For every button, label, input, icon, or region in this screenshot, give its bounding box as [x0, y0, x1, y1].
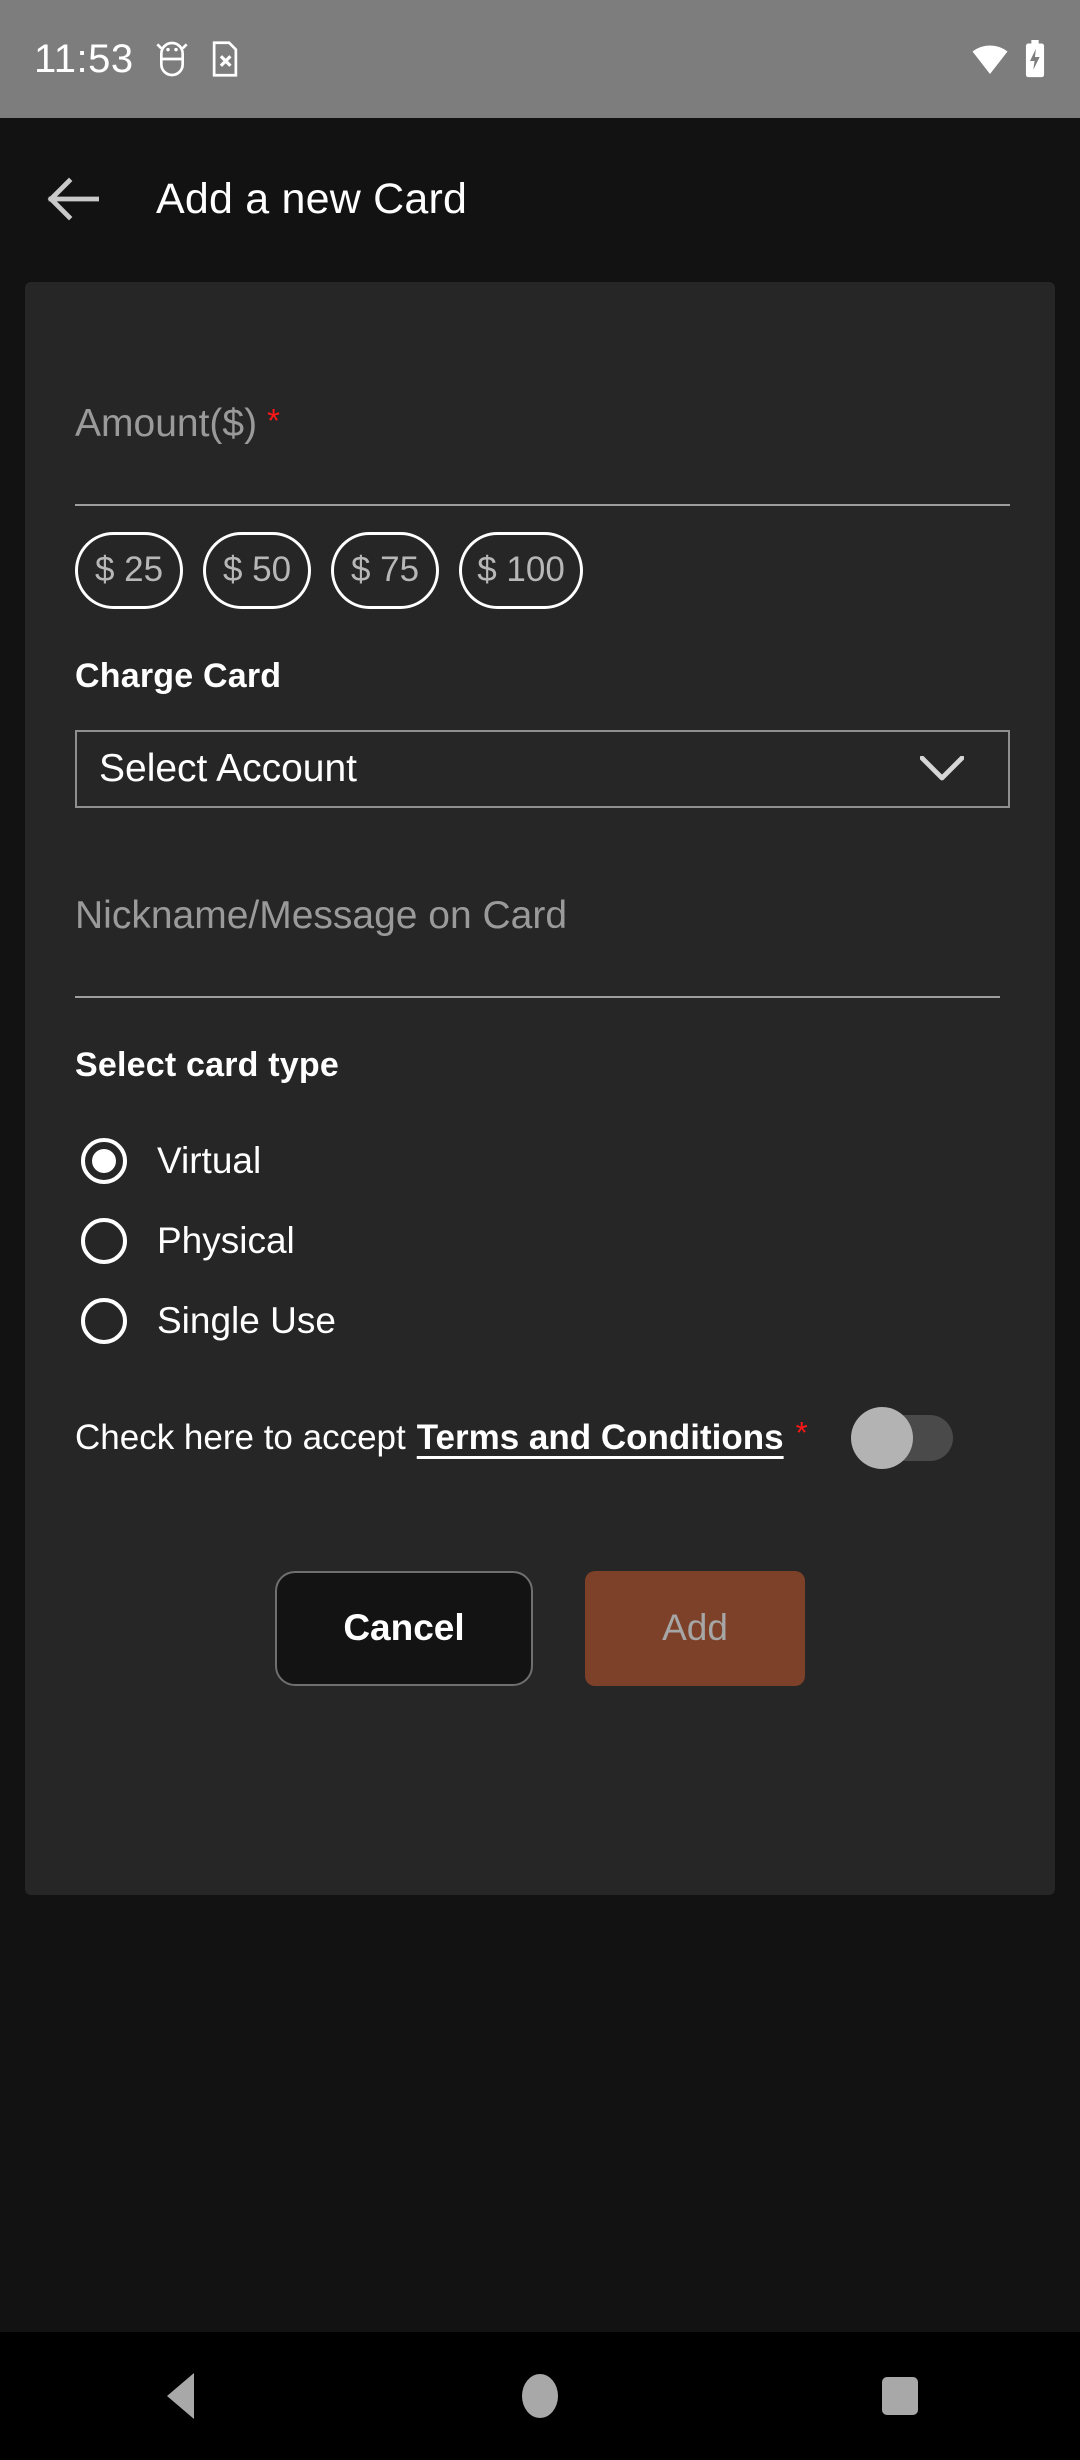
nav-recents-icon: [882, 2377, 918, 2415]
terms-prefix: Check here to accept: [75, 1417, 406, 1457]
status-bar-left: 11:53: [34, 37, 240, 82]
amount-input[interactable]: [75, 504, 1010, 506]
radio-label-virtual: Virtual: [157, 1139, 262, 1181]
amount-label-text: Amount($): [75, 402, 258, 445]
back-arrow-icon: [47, 177, 99, 221]
add-card-panel: Amount($) * $ 25 $ 50 $ 75 $ 100 Charge …: [25, 282, 1055, 1895]
amount-chip-row: $ 25 $ 50 $ 75 $ 100: [75, 532, 1005, 609]
terms-accept-toggle[interactable]: [851, 1406, 953, 1469]
cancel-button[interactable]: Cancel: [275, 1570, 533, 1686]
sim-card-missing-icon: [212, 41, 237, 77]
wifi-icon: [972, 45, 1008, 74]
back-button[interactable]: [18, 144, 128, 254]
nav-back-icon: [166, 2373, 194, 2419]
status-bar-right: [970, 40, 1046, 78]
charge-card-label: Charge Card: [75, 656, 282, 695]
status-clock: 11:53: [34, 36, 134, 81]
radio-label-single-use: Single Use: [157, 1299, 336, 1341]
radio-label-physical: Physical: [157, 1219, 295, 1261]
nav-home-icon: [522, 2374, 558, 2418]
add-button[interactable]: Add: [585, 1570, 805, 1686]
terms-text: Check here to accept Terms and Condition…: [75, 1414, 808, 1458]
amount-chip-75[interactable]: $ 75: [331, 532, 439, 609]
status-bar: 11:53: [0, 0, 1080, 118]
action-button-row: Cancel Add: [75, 1570, 1005, 1686]
charge-card-select[interactable]: Select Account: [75, 729, 1010, 808]
nav-recents-button[interactable]: [820, 2332, 980, 2460]
radio-option-physical[interactable]: Physical: [75, 1201, 1005, 1281]
android-debug-icon: [156, 41, 188, 77]
radio-icon-single-use: [81, 1297, 127, 1344]
radio-icon-virtual: [81, 1137, 127, 1184]
battery-charging-icon: [1025, 40, 1045, 78]
chevron-down-icon: [920, 755, 964, 781]
nickname-input[interactable]: [75, 995, 1000, 998]
page-title: Add a new Card: [156, 174, 468, 223]
amount-required-asterisk: *: [267, 402, 280, 439]
amount-chip-50[interactable]: $ 50: [203, 532, 311, 609]
terms-required-asterisk: *: [795, 1414, 808, 1450]
amount-field-block: Amount($) *: [75, 282, 1010, 506]
amount-chip-100[interactable]: $ 100: [459, 532, 583, 609]
nav-home-button[interactable]: [460, 2332, 620, 2460]
select-card-type-label: Select card type: [75, 1045, 339, 1084]
nickname-placeholder: Nickname/Message on Card: [75, 893, 568, 937]
card-type-radio-group: Virtual Physical Single Use: [75, 1121, 1005, 1361]
toggle-knob: [851, 1406, 913, 1469]
radio-option-virtual[interactable]: Virtual: [75, 1121, 1005, 1201]
app-screen: 11:53 Add a new Card Amount($) * $ 25 $ …: [0, 0, 1080, 2460]
amount-chip-25[interactable]: $ 25: [75, 532, 183, 609]
amount-label: Amount($) *: [75, 402, 1005, 446]
terms-and-conditions-link[interactable]: Terms and Conditions: [417, 1418, 784, 1458]
nickname-field-block: Nickname/Message on Card: [75, 894, 1005, 998]
nav-back-button[interactable]: [100, 2332, 260, 2460]
app-bar: Add a new Card: [0, 118, 1080, 280]
terms-row: Check here to accept Terms and Condition…: [75, 1403, 1005, 1473]
radio-icon-physical: [81, 1217, 127, 1264]
charge-card-selected-value: Select Account: [99, 746, 357, 790]
radio-option-single-use[interactable]: Single Use: [75, 1281, 1005, 1361]
android-nav-bar: [0, 2332, 1080, 2460]
